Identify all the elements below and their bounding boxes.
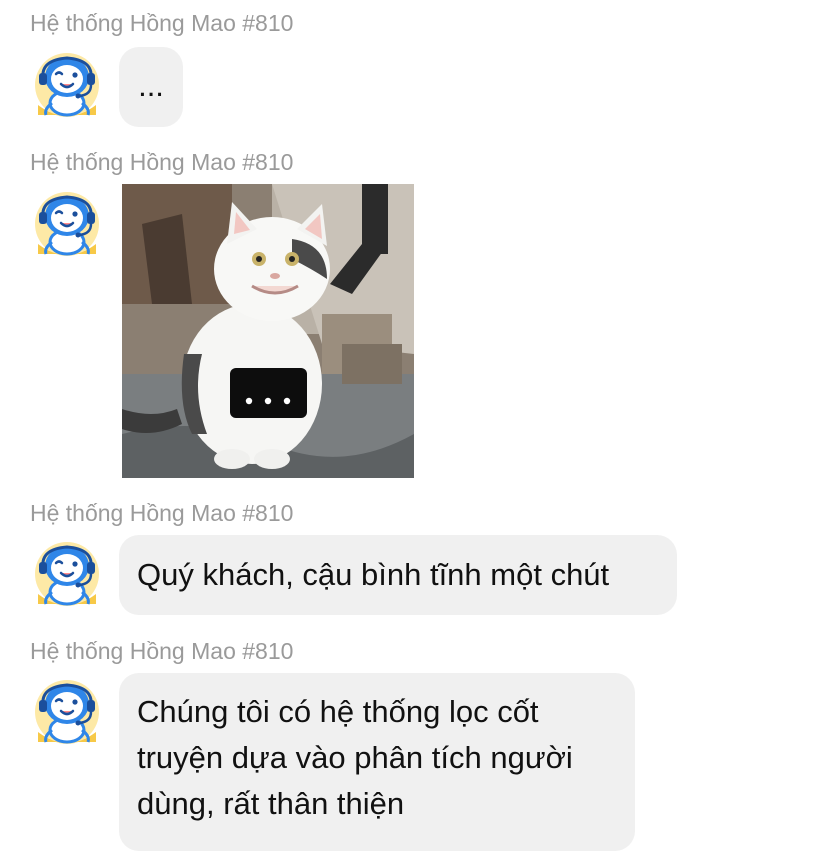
message-bubble[interactable]: Quý khách, cậu bình tĩnh một chút (119, 535, 677, 615)
cat-meme-image[interactable] (122, 184, 414, 478)
message-text: ... (138, 68, 164, 103)
message-text: Chúng tôi có hệ thống lọc cốt truyện dựa… (137, 694, 573, 821)
sender-name: Hệ thống Hồng Mao #810 (30, 149, 294, 175)
sender-name: Hệ thống Hồng Mao #810 (30, 638, 294, 664)
robot-avatar-icon[interactable] (30, 184, 104, 258)
message-text: Quý khách, cậu bình tĩnh một chút (137, 557, 610, 592)
robot-avatar-icon[interactable] (30, 672, 104, 746)
message-bubble[interactable]: Chúng tôi có hệ thống lọc cốt truyện dựa… (119, 673, 635, 851)
robot-avatar-icon[interactable] (30, 534, 104, 608)
robot-avatar-icon[interactable] (30, 45, 104, 119)
sender-name: Hệ thống Hồng Mao #810 (30, 500, 294, 526)
sender-name: Hệ thống Hồng Mao #810 (30, 10, 294, 36)
message-bubble[interactable]: ... (119, 47, 183, 127)
